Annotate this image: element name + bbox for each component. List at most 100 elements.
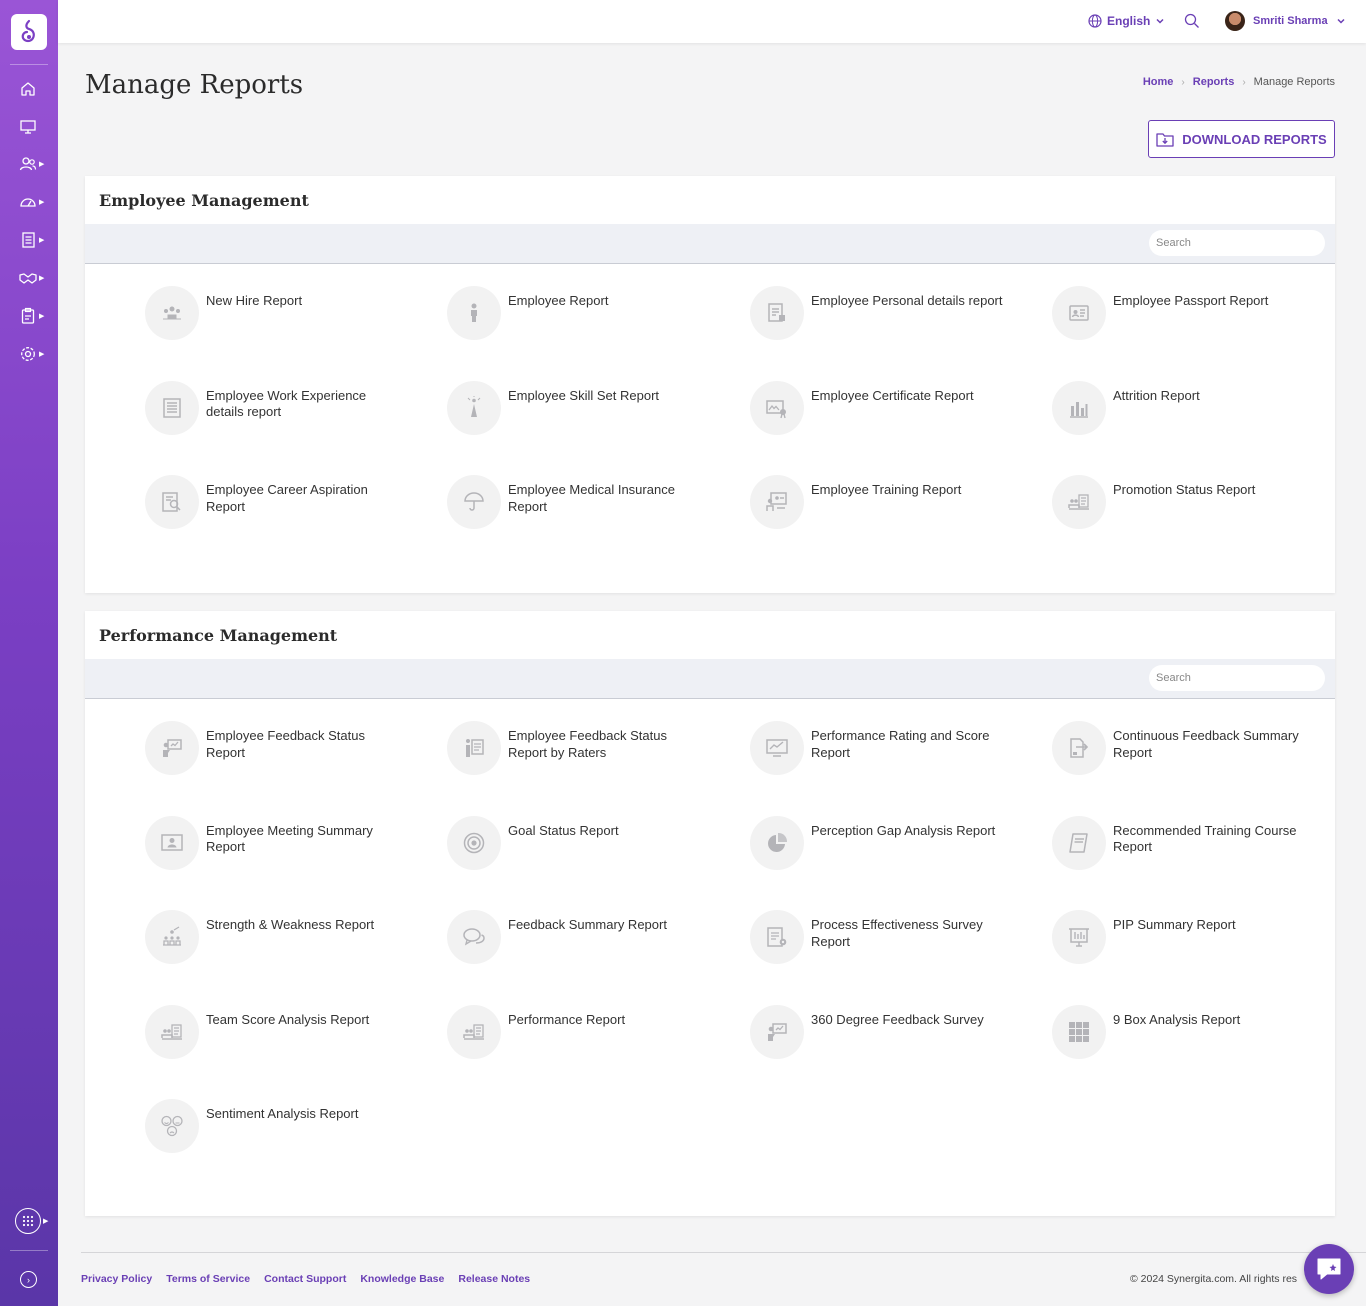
sidebar-divider	[10, 64, 48, 65]
breadcrumb-reports[interactable]: Reports	[1193, 76, 1235, 88]
report-item[interactable]: Employee Personal details report	[750, 286, 1040, 346]
report-label: New Hire Report	[206, 293, 303, 308]
report-item[interactable]: New Hire Report	[145, 286, 435, 346]
skill-person-icon	[447, 380, 501, 435]
breadcrumb: Home › Reports › Manage Reports	[1143, 76, 1335, 88]
report-label: Employee Certificate Report	[811, 387, 974, 403]
report-item[interactable]: Employee Certificate Report	[750, 380, 1040, 441]
meeting-icon	[145, 815, 199, 870]
rater-board-icon	[447, 721, 501, 775]
presentation-icon	[145, 721, 199, 775]
report-item[interactable]: Employee Career Aspiration Report	[145, 475, 435, 535]
report-item[interactable]: Employee Passport Report	[1052, 286, 1342, 346]
footer-link-privacy[interactable]: Privacy Policy	[81, 1273, 152, 1285]
report-item[interactable]: Performance Report	[447, 1004, 737, 1065]
report-label: Employee Skill Set Report	[508, 387, 660, 403]
footer-link-knowledge-base[interactable]: Knowledge Base	[360, 1273, 444, 1285]
footer-link-contact[interactable]: Contact Support	[264, 1273, 346, 1285]
line-chart-monitor-icon	[750, 721, 804, 775]
report-item[interactable]: Employee Work Experience details report	[145, 380, 435, 441]
language-label: English	[1107, 14, 1151, 28]
nav-clipboard[interactable]: ▶	[19, 306, 45, 326]
document-lines-icon	[145, 380, 199, 435]
language-selector[interactable]: English	[1088, 14, 1165, 28]
report-item[interactable]: Perception Gap Analysis Report	[750, 815, 1040, 876]
page-title: Manage Reports	[85, 70, 304, 100]
download-folder-icon	[1156, 133, 1174, 147]
report-label: Employee Feedback Status Report	[206, 728, 365, 760]
expand-sidebar-button[interactable]: ›	[20, 1271, 37, 1288]
report-item[interactable]: Team Score Analysis Report	[145, 1004, 435, 1065]
certificate-icon	[750, 380, 804, 435]
handshake-icon	[19, 273, 37, 284]
synergita-logo-icon	[21, 19, 35, 43]
nav-documents[interactable]: ▶	[19, 230, 45, 250]
report-item[interactable]: Employee Feedback Status Report	[145, 721, 435, 781]
avatar	[1225, 11, 1245, 31]
search-input[interactable]	[1149, 230, 1325, 256]
report-label: Goal Status Report	[508, 822, 619, 838]
topbar: English Smriti Sharma	[58, 0, 1366, 43]
report-item[interactable]: Promotion Status Report	[1052, 475, 1342, 535]
report-label: Employee Passport Report	[1113, 293, 1269, 308]
report-item[interactable]: PIP Summary Report	[1052, 910, 1342, 970]
footer-link-release-notes[interactable]: Release Notes	[458, 1273, 530, 1285]
app-logo[interactable]	[11, 14, 47, 50]
user-menu[interactable]: Smriti Sharma	[1225, 11, 1346, 31]
nav-settings[interactable]: ▶	[19, 344, 45, 364]
report-item[interactable]: Continuous Feedback Summary Report	[1052, 721, 1342, 781]
report-item[interactable]: Attrition Report	[1052, 380, 1342, 441]
report-label: Performance Rating and Score Report	[811, 728, 990, 760]
report-item[interactable]: Employee Skill Set Report	[447, 380, 737, 441]
report-label: Team Score Analysis Report	[206, 1011, 370, 1027]
report-item[interactable]: Employee Medical Insurance Report	[447, 475, 737, 535]
group-document-icon	[1052, 475, 1106, 529]
group-document-icon	[145, 1004, 199, 1059]
report-item[interactable]: 9 Box Analysis Report	[1052, 1004, 1342, 1065]
team-icon	[145, 286, 199, 340]
report-item[interactable]: Process Effectiveness Survey Report	[750, 910, 1040, 970]
report-label: Employee Training Report	[811, 482, 962, 497]
report-item[interactable]: Strength & Weakness Report	[145, 910, 435, 970]
chevron-down-icon	[1156, 18, 1164, 24]
employee-management-card: Employee Management New Hire Report Emplo…	[85, 176, 1335, 593]
report-item[interactable]: Employee Feedback Status Report by Rater…	[447, 721, 737, 781]
search-input[interactable]	[1149, 665, 1325, 691]
apps-grid-button[interactable]	[15, 1208, 41, 1234]
training-icon	[750, 475, 804, 529]
report-item[interactable]: 360 Degree Feedback Survey	[750, 1004, 1040, 1065]
nav-home[interactable]	[19, 79, 45, 99]
report-item[interactable]: Goal Status Report	[447, 815, 737, 876]
home-icon	[21, 82, 35, 96]
download-reports-button[interactable]: DOWNLOAD REPORTS	[1148, 120, 1335, 158]
footer-link-terms[interactable]: Terms of Service	[166, 1273, 250, 1285]
feedback-export-icon	[1052, 721, 1106, 775]
chat-bubble-icon	[1317, 1258, 1341, 1280]
globe-icon	[1088, 14, 1102, 28]
monitor-icon	[20, 120, 36, 134]
global-search-button[interactable]	[1184, 13, 1200, 34]
report-item[interactable]: Employee Training Report	[750, 475, 1040, 535]
report-item[interactable]: Sentiment Analysis Report	[145, 1099, 435, 1159]
nav-dashboard[interactable]: ▶	[19, 192, 45, 212]
search-icon	[1184, 13, 1199, 28]
card-search-bar	[85, 224, 1335, 264]
report-item[interactable]: Employee Meeting Summary Report	[145, 815, 435, 876]
user-name: Smriti Sharma	[1253, 15, 1328, 27]
chevron-right-icon: ›	[1242, 76, 1246, 88]
report-label: Employee Career Aspiration Report	[206, 482, 368, 514]
report-item[interactable]: Feedback Summary Report	[447, 910, 737, 970]
nav-engagement[interactable]: ▶	[19, 268, 45, 288]
report-item[interactable]: Recommended Training Course Report	[1052, 815, 1342, 876]
nav-monitor[interactable]	[19, 117, 45, 137]
breadcrumb-home[interactable]: Home	[1143, 76, 1174, 88]
card-search-bar	[85, 659, 1335, 699]
umbrella-icon	[447, 475, 501, 529]
chevron-right-icon: ▶	[39, 161, 45, 168]
nav-users[interactable]: ▶	[19, 154, 45, 174]
chat-bubbles-icon	[447, 910, 501, 964]
chat-support-button[interactable]	[1304, 1244, 1354, 1294]
report-item[interactable]: Performance Rating and Score Report	[750, 721, 1040, 781]
report-label: 360 Degree Feedback Survey	[811, 1011, 984, 1027]
report-item[interactable]: Employee Report	[447, 286, 737, 346]
